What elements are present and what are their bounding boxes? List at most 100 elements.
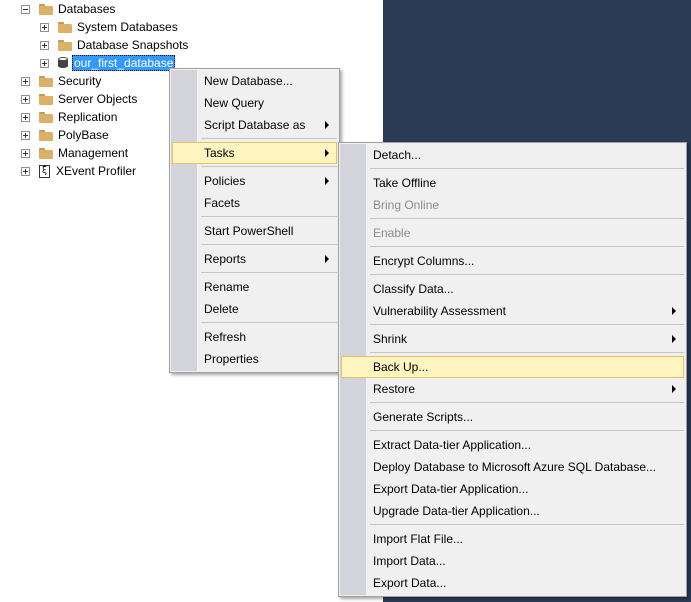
menu-item-export-data[interactable]: Export Data... — [341, 572, 684, 594]
menu-item-label: Back Up... — [373, 360, 429, 374]
menu-item-label: Classify Data... — [373, 282, 454, 296]
tree-label: Databases — [58, 2, 116, 16]
menu-item-label: Import Data... — [373, 554, 446, 568]
tree-node-database-snapshots[interactable]: Database Snapshots — [40, 36, 188, 54]
menu-item-label: Vulnerability Assessment — [373, 304, 506, 318]
menu-item-label: Reports — [204, 252, 247, 266]
menu-item-label: Generate Scripts... — [373, 410, 474, 424]
menu-item-back-up[interactable]: Back Up... — [341, 356, 684, 378]
submenu-arrow-icon — [672, 307, 676, 315]
xevent-profiler-icon: ξ — [39, 164, 50, 178]
menu-separator — [201, 272, 337, 273]
submenu-arrow-icon — [325, 149, 329, 157]
menu-separator — [370, 524, 684, 525]
menu-item-label: Upgrade Data-tier Application... — [373, 504, 540, 518]
menu-item-reports[interactable]: Reports — [172, 248, 337, 270]
tree-node-databases[interactable]: Databases — [21, 0, 115, 18]
folder-icon — [39, 111, 53, 123]
tasks-submenu: Detach... Take Offline Bring Online Enab… — [338, 142, 687, 597]
tree-node-our-first-database[interactable]: our_first_database — [40, 54, 176, 72]
expand-icon[interactable] — [40, 40, 49, 50]
menu-item-shrink[interactable]: Shrink — [341, 328, 684, 350]
folder-icon — [39, 93, 53, 105]
menu-item-detach[interactable]: Detach... — [341, 144, 684, 166]
menu-item-label: Properties — [204, 352, 259, 366]
tree-label: System Databases — [77, 20, 178, 34]
menu-separator — [370, 218, 684, 219]
menu-item-label: Bring Online — [373, 198, 440, 212]
menu-item-label: Encrypt Columns... — [373, 254, 475, 268]
expand-icon[interactable] — [21, 112, 30, 122]
menu-item-properties[interactable]: Properties — [172, 348, 337, 370]
menu-separator — [201, 138, 337, 139]
submenu-arrow-icon — [325, 177, 329, 185]
tree-node-security[interactable]: Security — [21, 72, 101, 90]
menu-item-script-database-as[interactable]: Script Database as — [172, 114, 337, 136]
folder-icon — [39, 3, 53, 15]
expand-icon[interactable] — [21, 94, 30, 104]
menu-item-policies[interactable]: Policies — [172, 170, 337, 192]
menu-item-new-database[interactable]: New Database... — [172, 70, 337, 92]
expand-icon[interactable] — [21, 76, 30, 86]
menu-item-start-powershell[interactable]: Start PowerShell — [172, 220, 337, 242]
expand-icon[interactable] — [21, 148, 30, 158]
menu-separator — [370, 168, 684, 169]
expand-icon[interactable] — [40, 58, 49, 68]
collapse-icon[interactable] — [21, 4, 30, 14]
expand-icon[interactable] — [21, 166, 30, 176]
menu-item-deploy-database-azure[interactable]: Deploy Database to Microsoft Azure SQL D… — [341, 456, 684, 478]
tree-node-system-databases[interactable]: System Databases — [40, 18, 178, 36]
folder-icon — [58, 39, 72, 51]
tree-node-management[interactable]: Management — [21, 144, 128, 162]
folder-icon — [58, 21, 72, 33]
menu-item-label: Start PowerShell — [204, 224, 294, 238]
menu-item-rename[interactable]: Rename — [172, 276, 337, 298]
menu-item-label: Deploy Database to Microsoft Azure SQL D… — [373, 460, 657, 474]
expand-icon[interactable] — [40, 22, 49, 32]
menu-item-tasks[interactable]: Tasks — [172, 142, 337, 164]
tree-node-polybase[interactable]: PolyBase — [21, 126, 109, 144]
tree-label: PolyBase — [58, 128, 109, 142]
menu-separator — [370, 430, 684, 431]
menu-item-label: Export Data... — [373, 576, 447, 590]
menu-separator — [370, 402, 684, 403]
menu-item-upgrade-data-tier[interactable]: Upgrade Data-tier Application... — [341, 500, 684, 522]
tree-label: Server Objects — [58, 92, 138, 106]
tree-node-replication[interactable]: Replication — [21, 108, 117, 126]
menu-item-restore[interactable]: Restore — [341, 378, 684, 400]
menu-separator — [370, 352, 684, 353]
menu-item-delete[interactable]: Delete — [172, 298, 337, 320]
folder-icon — [39, 75, 53, 87]
menu-item-import-data[interactable]: Import Data... — [341, 550, 684, 572]
menu-item-label: Refresh — [204, 330, 247, 344]
submenu-arrow-icon — [672, 385, 676, 393]
tree-node-server-objects[interactable]: Server Objects — [21, 90, 137, 108]
menu-item-refresh[interactable]: Refresh — [172, 326, 337, 348]
menu-item-label: New Database... — [204, 74, 293, 88]
menu-separator — [201, 216, 337, 217]
menu-item-export-data-tier[interactable]: Export Data-tier Application... — [341, 478, 684, 500]
tree-node-xevent-profiler[interactable]: ξ XEvent Profiler — [21, 162, 136, 180]
tree-label: XEvent Profiler — [56, 164, 137, 178]
menu-item-label: Take Offline — [373, 176, 437, 190]
database-icon — [58, 57, 68, 69]
menu-item-facets[interactable]: Facets — [172, 192, 337, 214]
expand-icon[interactable] — [21, 130, 30, 140]
menu-item-generate-scripts[interactable]: Generate Scripts... — [341, 406, 684, 428]
menu-item-import-flat-file[interactable]: Import Flat File... — [341, 528, 684, 550]
menu-separator — [201, 244, 337, 245]
tree-label-selected: our_first_database — [72, 55, 176, 71]
menu-item-vulnerability-assessment[interactable]: Vulnerability Assessment — [341, 300, 684, 322]
menu-item-bring-online: Bring Online — [341, 194, 684, 216]
tree-label: Security — [58, 74, 102, 88]
menu-item-label: Shrink — [373, 332, 408, 346]
menu-item-new-query[interactable]: New Query — [172, 92, 337, 114]
menu-item-label: Import Flat File... — [373, 532, 464, 546]
menu-item-classify-data[interactable]: Classify Data... — [341, 278, 684, 300]
menu-item-extract-data-tier[interactable]: Extract Data-tier Application... — [341, 434, 684, 456]
menu-item-encrypt-columns[interactable]: Encrypt Columns... — [341, 250, 684, 272]
menu-separator — [370, 274, 684, 275]
menu-item-enable: Enable — [341, 222, 684, 244]
menu-item-label: Export Data-tier Application... — [373, 482, 529, 496]
menu-item-take-offline[interactable]: Take Offline — [341, 172, 684, 194]
